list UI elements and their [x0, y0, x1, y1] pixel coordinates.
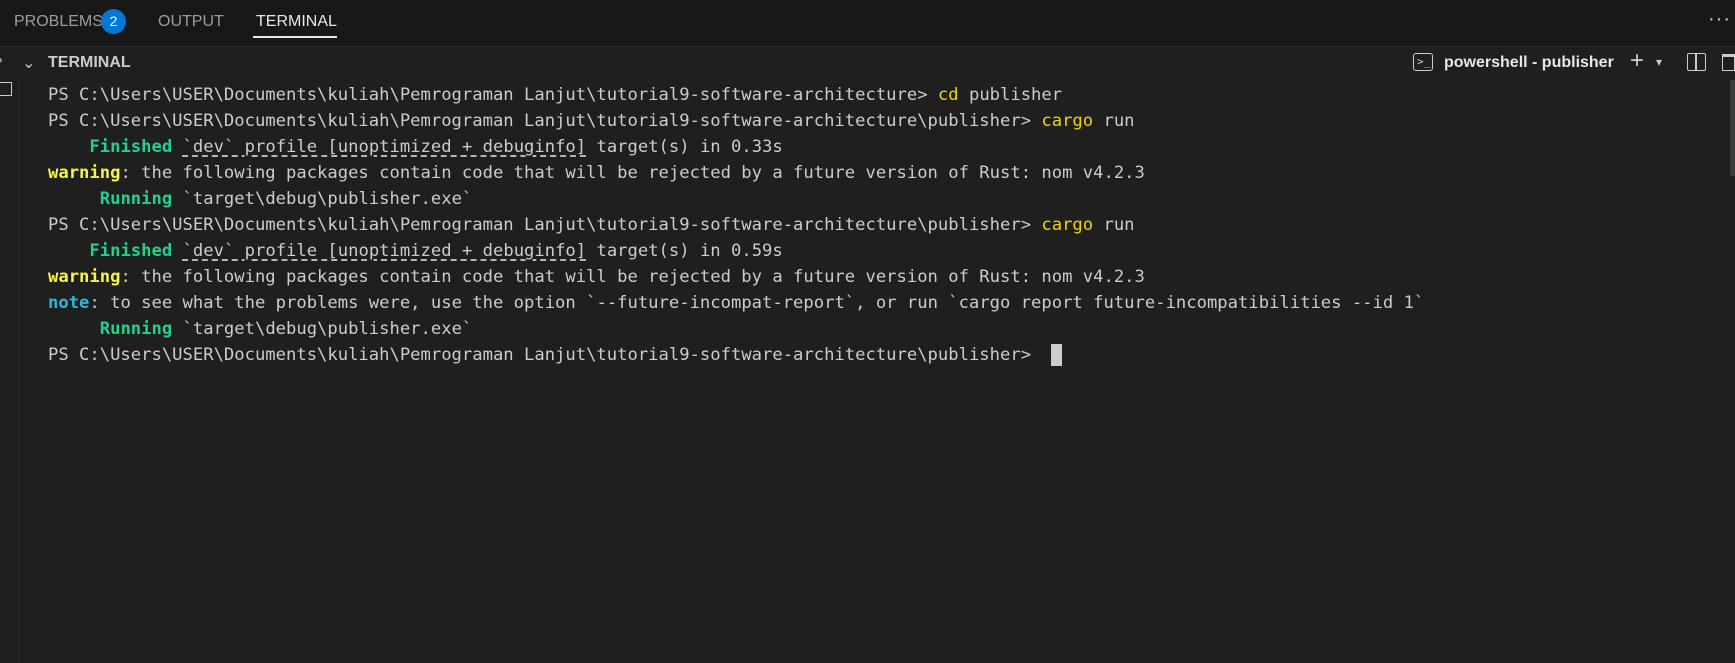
scrollbar[interactable]: [1730, 80, 1735, 176]
status-label: Finished: [89, 137, 173, 157]
terminal-line: Finished `dev` profile [unoptimized + de…: [48, 238, 1424, 264]
trash-icon[interactable]: [1722, 54, 1735, 71]
terminal-shell-icon: >_: [1413, 53, 1433, 71]
prompt-text: PS C:\Users\USER\Documents\kuliah\Pemrog…: [48, 215, 1042, 235]
terminal-line: Running `target\debug\publisher.exe`: [48, 186, 1424, 212]
warning-text: : the following packages contain code th…: [120, 267, 1145, 287]
command-args: run: [1093, 111, 1135, 131]
prompt-text: PS C:\Users\USER\Documents\kuliah\Pemrog…: [48, 85, 938, 105]
status-label: Running: [99, 319, 173, 339]
terminal-line: Running `target\debug\publisher.exe`: [48, 316, 1424, 342]
terminal-line: warning: the following packages contain …: [48, 264, 1424, 290]
prompt-text: PS C:\Users\USER\Documents\kuliah\Pemrog…: [48, 111, 1042, 131]
tab-problems[interactable]: PROBLEMS: [14, 12, 103, 32]
terminal-line: PS C:\Users\USER\Documents\kuliah\Pemrog…: [48, 212, 1424, 238]
note-text: : to see what the problems were, use the…: [89, 293, 1425, 313]
section-title[interactable]: TERMINAL: [48, 54, 131, 72]
status-detail: target(s) in 0.59s: [586, 241, 783, 261]
terminal-section-header: › ⌄ TERMINAL >_ powershell - publisher +…: [0, 47, 1735, 80]
command-args: publisher: [958, 85, 1063, 105]
command-args: run: [1093, 215, 1135, 235]
status-label: Running: [99, 189, 173, 209]
terminal-line: PS C:\Users\USER\Documents\kuliah\Pemrog…: [48, 342, 1424, 368]
profile-link: `dev` profile [unoptimized + debuginfo]: [182, 241, 587, 261]
tab-output[interactable]: OUTPUT: [158, 12, 224, 32]
ellipsis-icon[interactable]: ···: [1708, 8, 1731, 31]
split-terminal-icon[interactable]: [1687, 53, 1706, 71]
command-text: cargo: [1041, 215, 1094, 235]
status-detail: target(s) in 0.33s: [586, 137, 783, 157]
shell-name[interactable]: powershell - publisher: [1444, 54, 1614, 72]
prompt-text: PS C:\Users\USER\Documents\kuliah\Pemrog…: [48, 345, 1042, 365]
command-text: cd: [937, 85, 959, 105]
terminal-output[interactable]: PS C:\Users\USER\Documents\kuliah\Pemrog…: [48, 82, 1424, 368]
terminal-line: Finished `dev` profile [unoptimized + de…: [48, 134, 1424, 160]
terminal-line: PS C:\Users\USER\Documents\kuliah\Pemrog…: [48, 108, 1424, 134]
chevron-right-icon[interactable]: ›: [0, 51, 3, 67]
warning-label: warning: [48, 267, 121, 287]
status-detail: `target\debug\publisher.exe`: [172, 319, 473, 339]
warning-text: : the following packages contain code th…: [120, 163, 1145, 183]
panel-tab-bar: PROBLEMS 2 OUTPUT TERMINAL ···: [0, 0, 1735, 47]
tab-terminal[interactable]: TERMINAL: [256, 12, 337, 32]
note-label: note: [48, 293, 90, 313]
terminal-line: warning: the following packages contain …: [48, 160, 1424, 186]
new-terminal-button[interactable]: +: [1630, 47, 1644, 75]
side-panel-icon[interactable]: [0, 82, 12, 96]
chevron-down-icon[interactable]: ▾: [1656, 55, 1662, 69]
profile-link: `dev` profile [unoptimized + debuginfo]: [182, 137, 587, 157]
panel-divider: [18, 80, 19, 663]
status-label: Finished: [89, 241, 173, 261]
status-detail: `target\debug\publisher.exe`: [172, 189, 473, 209]
terminal-line: PS C:\Users\USER\Documents\kuliah\Pemrog…: [48, 82, 1424, 108]
problems-count-badge: 2: [101, 9, 126, 34]
active-tab-indicator: [253, 36, 337, 38]
terminal-line: note: to see what the problems were, use…: [48, 290, 1424, 316]
warning-label: warning: [48, 163, 121, 183]
terminal-cursor: [1051, 344, 1063, 366]
command-text: cargo: [1041, 111, 1094, 131]
chevron-down-icon[interactable]: ⌄: [22, 53, 35, 73]
